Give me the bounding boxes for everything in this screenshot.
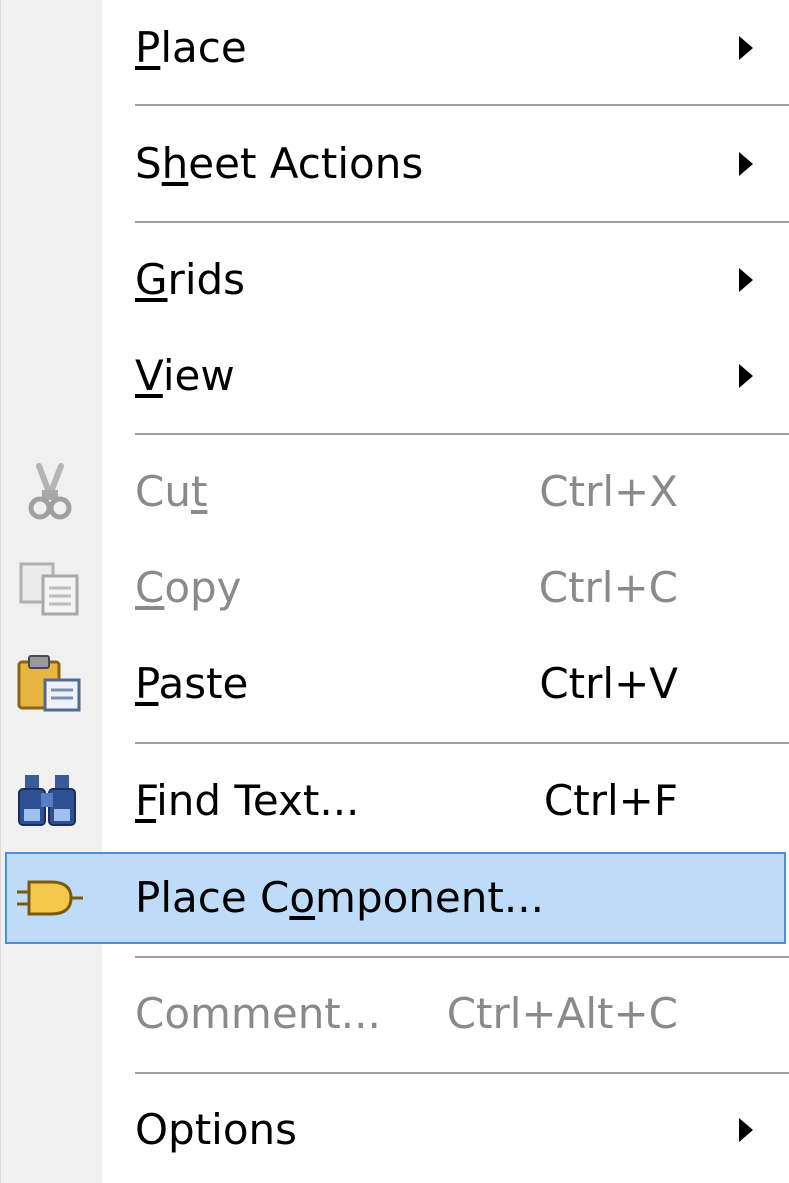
submenu-arrow-icon — [739, 364, 753, 388]
submenu-arrow-icon — [739, 152, 753, 176]
menu-item-label: Place Component... — [135, 873, 544, 922]
shortcut-label: Ctrl+Alt+C — [446, 989, 678, 1038]
submenu-arrow-icon — [739, 36, 753, 60]
menu-item-view[interactable]: View — [1, 328, 789, 424]
menu-item-place-component[interactable]: Place Component... — [1, 850, 789, 946]
menu-item-label: Cut — [135, 467, 208, 516]
submenu-arrow-icon — [739, 1118, 753, 1142]
menu-separator — [135, 956, 789, 960]
menu-item-label: Paste — [135, 659, 249, 708]
menu-item-label: Grids — [135, 255, 246, 304]
shortcut-label: Ctrl+X — [539, 467, 678, 516]
binoculars-icon — [15, 771, 85, 831]
menu-item-label: Copy — [135, 563, 242, 612]
shortcut-label: Ctrl+V — [539, 659, 678, 708]
shortcut-label: Ctrl+F — [543, 776, 678, 825]
menu-separator — [135, 221, 789, 225]
menu-item-label: View — [135, 351, 235, 400]
context-menu: Place Sheet Actions Grids View Cut Ctrl+… — [0, 0, 789, 1183]
menu-separator — [135, 433, 789, 437]
menu-item-cut[interactable]: Cut Ctrl+X — [1, 444, 789, 540]
menu-separator — [135, 742, 789, 746]
menu-item-comment[interactable]: Comment... Ctrl+Alt+C — [1, 966, 789, 1062]
menu-separator — [135, 104, 789, 108]
menu-item-options[interactable]: Options — [1, 1082, 789, 1178]
component-icon — [15, 868, 85, 928]
submenu-arrow-icon — [739, 268, 753, 292]
menu-item-find-text[interactable]: Find Text... Ctrl+F — [1, 753, 789, 849]
menu-separator — [135, 1072, 789, 1076]
shortcut-label: Ctrl+C — [538, 563, 678, 612]
menu-item-copy[interactable]: Copy Ctrl+C — [1, 540, 789, 636]
menu-item-place[interactable]: Place — [1, 0, 789, 96]
copy-icon — [15, 558, 85, 618]
menu-item-label: Sheet Actions — [135, 139, 424, 188]
menu-item-sheet-actions[interactable]: Sheet Actions — [1, 116, 789, 212]
scissors-icon — [15, 462, 85, 522]
clipboard-paste-icon — [15, 654, 85, 714]
menu-item-grids[interactable]: Grids — [1, 232, 789, 328]
menu-item-label: Find Text... — [135, 776, 360, 825]
menu-item-paste[interactable]: Paste Ctrl+V — [1, 636, 789, 732]
menu-item-label: Options — [135, 1105, 298, 1154]
menu-item-label: Comment... — [135, 989, 381, 1038]
menu-item-label: Place — [135, 23, 247, 72]
